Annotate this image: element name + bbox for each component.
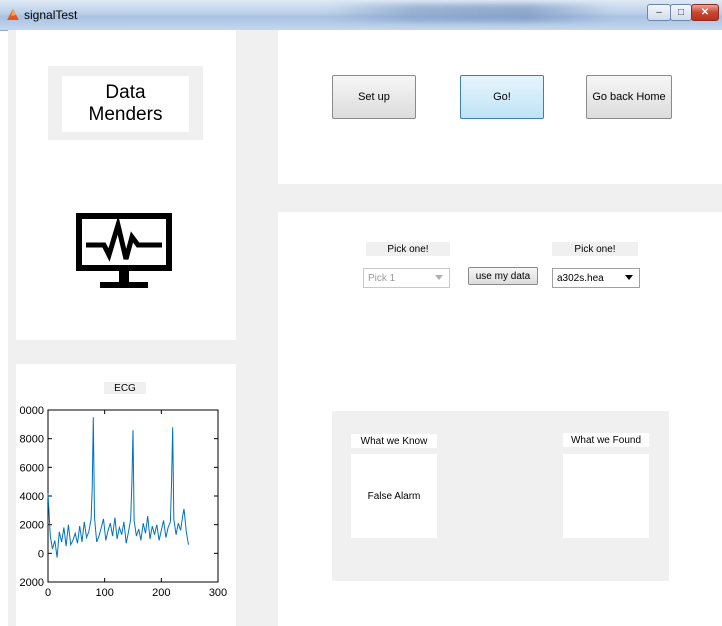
what-we-know-value: False Alarm [367, 490, 421, 502]
app-client-area: Data Menders ECG 0 100 200 300 0000 8000 6000 4… [8, 30, 722, 626]
left-pick-dropdown[interactable]: Pick 1 [363, 268, 450, 288]
go-home-button[interactable]: Go back Home [586, 75, 672, 119]
right-pick-label: Pick one! [552, 242, 638, 256]
y-tick-label: 4000 [20, 491, 44, 503]
vertical-divider [236, 30, 278, 626]
logo-line-1: Data [105, 82, 146, 103]
use-my-data-button[interactable]: use my data [468, 267, 538, 285]
what-we-found-box [563, 454, 649, 538]
x-tick-label: 0 [45, 587, 51, 599]
file-pick-dropdown[interactable]: a302s.hea [552, 268, 640, 288]
maximize-button[interactable]: □ [670, 4, 692, 21]
what-we-know-box: False Alarm [351, 454, 437, 538]
y-tick-label: 6000 [20, 462, 44, 474]
minimize-icon: – [656, 7, 662, 18]
close-button[interactable]: ✕ [691, 4, 719, 21]
chevron-down-icon [625, 275, 633, 280]
heartbeat-monitor-icon [76, 213, 172, 288]
left-pick-label: Pick one! [366, 242, 450, 256]
logo-text: Data Menders [62, 76, 189, 132]
y-tick-label: 2000 [20, 520, 44, 532]
window-title: signalTest [24, 8, 78, 22]
x-tick-label: 300 [209, 587, 227, 599]
close-icon: ✕ [700, 7, 710, 18]
left-pick-value: Pick 1 [368, 272, 396, 284]
y-tick-label: 0 [38, 548, 44, 560]
y-tick-label: 8000 [20, 434, 44, 446]
matlab-icon [7, 9, 19, 20]
chart-title: ECG [104, 382, 146, 394]
logo-panel: Data Menders [48, 66, 203, 140]
file-pick-value: a302s.hea [557, 272, 604, 284]
y-tick-label: 2000 [20, 577, 44, 589]
y-tick-label: 0000 [20, 405, 44, 417]
title-bar-blur [330, 4, 610, 22]
window-title-bar: signalTest – □ ✕ [0, 0, 722, 31]
chevron-down-icon [435, 275, 443, 280]
logo-line-2: Menders [88, 104, 163, 125]
what-we-found-label: What we Found [563, 433, 649, 447]
x-tick-label: 100 [95, 587, 113, 599]
setup-button[interactable]: Set up [332, 75, 416, 119]
maximize-icon: □ [677, 7, 685, 18]
ecg-chart: 0 100 200 3000000800060004000200002000 [20, 405, 228, 599]
top-right-divider [278, 184, 722, 212]
left-divider [8, 340, 236, 364]
minimize-button[interactable]: – [647, 4, 671, 21]
go-button[interactable]: Go! [460, 75, 544, 119]
what-we-know-label: What we Know [351, 434, 437, 448]
x-tick-label: 200 [152, 587, 170, 599]
